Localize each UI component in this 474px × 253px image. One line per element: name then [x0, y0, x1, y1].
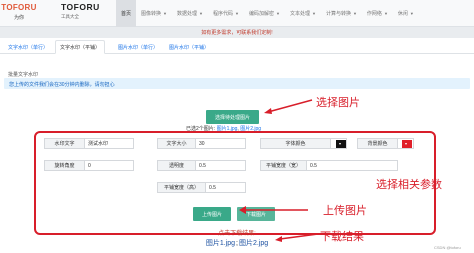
nav-item-label: 休闲: [397, 11, 408, 17]
caret-down-icon: ▼: [409, 11, 414, 16]
caret-down-icon: ▼: [383, 11, 388, 16]
brand-subtitle: 工具大全: [61, 14, 79, 19]
arrow-icon: [275, 233, 319, 242]
logo-text: TOFORU: [1, 3, 37, 12]
tile-height-input[interactable]: 0.5: [206, 183, 216, 192]
separator: ;: [236, 240, 238, 247]
main-nav: 首页 图像转换 ▼ 数据处理 ▼ 程序代码 ▼ 编码加解密 ▼ 文本处理 ▼ 计算与转换 ▼…: [116, 0, 419, 27]
tool-tabs: 文字水印（单行） 文字水印（平铺） 图片水印（单行） 图片水印（平铺）: [0, 38, 474, 54]
nav-item-image[interactable]: 图像转换 ▼: [136, 0, 172, 27]
param-label: 字体颜色: [261, 139, 331, 148]
nav-item-label: 图像转换: [141, 11, 162, 17]
nav-item-label: 编码加解密: [248, 11, 274, 17]
custom-notice: 如有更多需求，可联系我们定制!: [201, 30, 273, 36]
nav-item-home[interactable]: 首页: [116, 0, 137, 27]
rotation-field: 旋转角度 0: [44, 160, 134, 171]
tab-image-single[interactable]: 图片水印（单行）: [114, 40, 162, 54]
param-label: 透明度: [158, 161, 196, 170]
nav-item-encoding[interactable]: 编码加解密 ▼: [244, 0, 285, 27]
bg-color-picker[interactable]: ▾: [402, 140, 412, 148]
tab-text-single[interactable]: 文字水印（单行）: [4, 40, 52, 54]
csdn-watermark: CSDN @toforu: [434, 245, 461, 250]
param-label: 水印文字: [45, 139, 85, 148]
font-size-field: 文字大小 30: [157, 138, 246, 149]
download-file-link[interactable]: 图片1.jpg: [206, 240, 235, 247]
caret-down-icon: ▼: [275, 11, 280, 16]
nav-item-label: 作网络: [366, 11, 382, 17]
caret-down-icon: ▼: [352, 11, 357, 16]
top-navbar: TOFORU 为你 TOFORU 工具大全 首页 图像转换 ▼ 数据处理 ▼ 程序代…: [0, 0, 474, 27]
nav-item-label: 数据处理: [177, 11, 198, 17]
bg-color-field: 背景颜色 ▾: [357, 138, 414, 149]
watermark-text-field: 水印文字 测试水印: [44, 138, 134, 149]
caret-down-icon: ▼: [199, 11, 203, 16]
param-label: 平铺宽度（高）: [158, 183, 206, 192]
caret-down-icon: ▼: [235, 11, 239, 16]
nav-item-calc[interactable]: 计算与转换 ▼: [321, 0, 362, 27]
annotation-download: 下载结果: [320, 230, 364, 243]
section-title: 批量文字水印: [8, 72, 39, 78]
nav-item-code[interactable]: 程序代码 ▼: [208, 0, 244, 27]
page: TOFORU 为你 TOFORU 工具大全 首页 图像转换 ▼ 数据处理 ▼ 程序代…: [0, 0, 474, 253]
site-logo[interactable]: TOFORU 为你: [0, 0, 38, 27]
param-label: 平铺宽度（宽）: [261, 161, 307, 170]
nav-item-data[interactable]: 数据处理 ▼: [172, 0, 208, 27]
watermark-tool-card: 文字水印（单行） 文字水印（平铺） 图片水印（单行） 图片水印（平铺） 批量文字…: [0, 38, 474, 253]
opacity-field: 透明度 0.5: [157, 160, 246, 171]
param-label: 旋转角度: [45, 161, 85, 170]
tile-width-field: 平铺宽度（宽） 0.5: [260, 160, 398, 171]
tile-height-field: 平铺宽度（高） 0.5: [157, 182, 246, 193]
watermark-text-input[interactable]: 测试水印: [85, 139, 108, 148]
upload-button[interactable]: 上传图片: [193, 207, 231, 221]
download-title: 点击下载结果:: [218, 231, 256, 237]
logo-subtext: 为你: [13, 15, 24, 21]
download-file-link[interactable]: 图片2.jpg: [239, 240, 268, 247]
annotation-params: 选择相关参数: [376, 178, 442, 191]
opacity-input[interactable]: 0.5: [196, 161, 206, 170]
rotation-input[interactable]: 0: [85, 161, 91, 170]
nav-item-label: 程序代码: [212, 11, 233, 17]
brand[interactable]: TOFORU 工具大全: [61, 2, 100, 20]
arrow-icon: [239, 206, 308, 214]
nav-item-label: 文本处理: [289, 11, 310, 17]
privacy-info: 您上传的文件我们会在30分钟内删除，请勿担心: [4, 78, 470, 89]
chevron-down-icon: ▾: [339, 141, 342, 146]
download-files: 图片1.jpg;图片2.jpg: [0, 238, 474, 248]
nav-item-leisure[interactable]: 休闲 ▼: [393, 0, 419, 27]
select-images-button[interactable]: 选择待处理图片: [206, 110, 259, 124]
chevron-down-icon: ▾: [405, 141, 408, 146]
brand-title: TOFORU: [61, 2, 100, 12]
arrow-icon: [264, 99, 313, 114]
font-size-input[interactable]: 30: [196, 139, 205, 148]
annotation-upload: 上传图片: [323, 204, 367, 217]
tab-image-tiled[interactable]: 图片水印（平铺）: [165, 40, 213, 54]
tile-width-input[interactable]: 0.5: [307, 161, 317, 170]
font-color-field: 字体颜色 ▾: [260, 138, 347, 149]
tab-text-tiled[interactable]: 文字水印（平铺）: [55, 40, 106, 54]
nav-item-network[interactable]: 作网络 ▼: [362, 0, 393, 27]
nav-item-label: 计算与转换: [325, 11, 351, 17]
param-label: 背景颜色: [358, 139, 398, 148]
caret-down-icon: ▼: [311, 11, 316, 16]
nav-item-text[interactable]: 文本处理 ▼: [285, 0, 321, 27]
caret-down-icon: ▼: [163, 11, 167, 16]
nav-item-label: 首页: [121, 11, 132, 17]
param-label: 文字大小: [158, 139, 196, 148]
font-color-picker[interactable]: ▾: [336, 140, 346, 148]
annotation-select: 选择图片: [316, 96, 360, 109]
